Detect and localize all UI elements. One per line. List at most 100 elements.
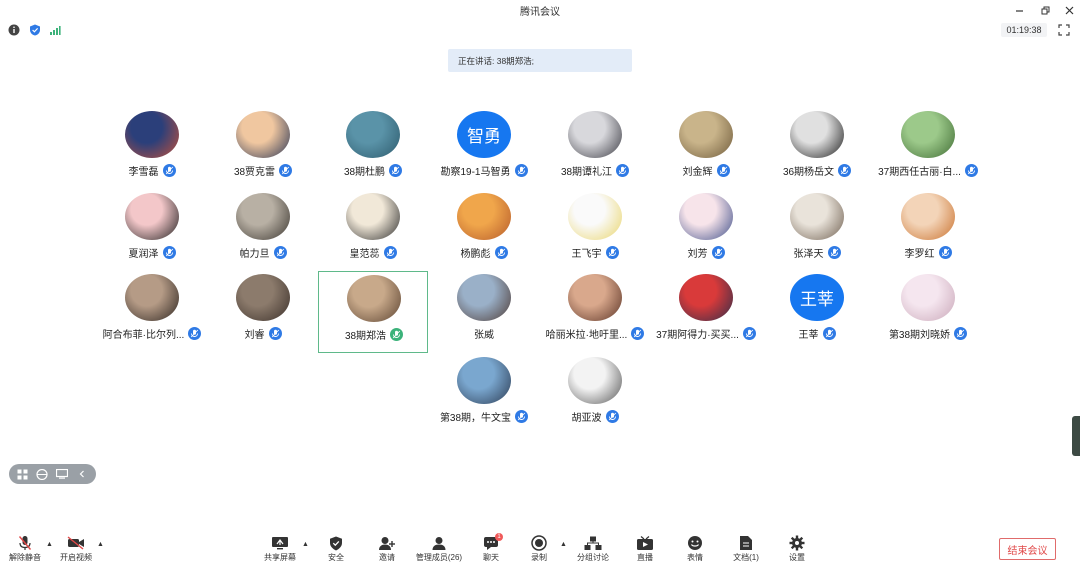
participant-tile[interactable]: 夏润泽 [97,192,207,274]
participant-name-row: 第38期刘晓娇 [873,325,983,341]
participant-tile[interactable]: 张泽天 [762,192,872,274]
window-title: 腾讯会议 [520,6,560,18]
participant-name-row: 37期阿得力·买买... [651,325,761,341]
reactions-button[interactable]: 表情 [670,535,720,565]
participant-name-row: 刘芳 [651,244,761,260]
side-panel-handle[interactable] [1072,416,1080,456]
avatar [236,111,290,158]
end-meeting-button[interactable]: 结束会议 [999,538,1056,560]
participant-tile[interactable]: 37期西任古丽·白... [873,110,983,192]
security-button[interactable]: 安全 [311,535,361,565]
participant-name: 帕力旦 [239,248,270,260]
participant-name-row: 38期杜鹏 [318,162,428,178]
security-label: 安全 [328,553,344,562]
close-button[interactable] [1058,0,1080,20]
participant-tile[interactable]: 37期阿得力·买买... [651,273,761,355]
manage-members-label: 管理成员(26) [415,553,463,562]
participant-tile[interactable]: 38期谭礼江 [540,110,650,192]
mic-status-icon [954,326,968,340]
restore-icon [1041,6,1049,14]
participant-tile[interactable]: 刘睿 [208,273,318,355]
shield-icon [327,535,345,551]
minimize-icon [1015,9,1023,12]
participant-name-row: 李罗红 [873,244,983,260]
participant-tile[interactable]: 38贾克雷 [208,110,318,192]
participant-tile[interactable]: 王莘 王莘 [762,273,872,355]
participant-tile[interactable]: 李罗红 [873,192,983,274]
documents-button[interactable]: 文档(1) [721,535,771,565]
document-icon [737,535,755,551]
avatar [790,111,844,158]
participant-name: 37期阿得力·买买... [656,329,739,341]
participant-name-row: 帕力旦 [208,244,318,260]
participant-name-row: 李雪磊 [97,162,207,178]
invite-label: 邀请 [379,553,395,562]
participant-tile[interactable]: 智勇 勘察19-1马智勇 [429,110,539,192]
meeting-info-button[interactable] [7,23,21,37]
unmute-button[interactable]: 解除静音 [0,535,50,565]
settings-button[interactable]: 设置 [772,535,822,565]
collapse-chevron-icon[interactable] [75,467,89,481]
participant-tile[interactable]: 36期杨岳文 [762,110,872,192]
mic-status-icon [938,245,952,259]
breakout-rooms-button[interactable]: 分组讨论 [568,535,618,565]
participant-tile[interactable]: 38期郑浩 [318,271,428,353]
start-video-label: 开启视频 [60,553,92,562]
participant-tile[interactable]: 胡亚波 [540,356,650,438]
minimize-button[interactable] [1008,0,1030,20]
participant-tile[interactable]: 38期杜鹏 [318,110,428,192]
security-status-button[interactable] [28,23,42,37]
share-screen-button[interactable]: 共享屏幕 [255,535,305,565]
fullscreen-icon [1058,24,1070,36]
mic-status-icon [273,245,287,259]
participant-tile[interactable]: 第38期刘晓娇 [873,273,983,355]
avatar [125,274,179,321]
participant-tile[interactable]: 王飞宇 [540,192,650,274]
participant-tile[interactable]: 哈丽米拉·地吁里... [540,273,650,355]
share-options-chevron-icon[interactable]: ▲ [302,541,309,548]
avatar [347,275,401,322]
invite-button[interactable]: 邀请 [362,535,412,565]
participant-tile[interactable]: 阿合布菲·比尔列... [97,273,207,355]
start-video-button[interactable]: 开启视频 [51,535,101,565]
record-button[interactable]: 录制 [514,535,564,565]
mic-status-icon [616,163,630,177]
participant-tile[interactable]: 第38期，牛文宝 [429,356,539,438]
record-options-chevron-icon[interactable]: ▲ [560,541,567,548]
avatar [679,193,733,240]
participant-tile[interactable]: 皇范蕊 [318,192,428,274]
avatar [236,193,290,240]
live-stream-button[interactable]: 直播 [620,535,670,565]
restore-button[interactable] [1034,0,1056,20]
participant-tile[interactable]: 刘金辉 [651,110,761,192]
mic-status-icon [605,245,619,259]
participant-name-row: 38期郑浩 [319,326,429,342]
participant-tile[interactable]: 刘芳 [651,192,761,274]
floating-toolbar[interactable] [9,464,96,484]
avatar [901,111,955,158]
participant-name: 李雪磊 [128,166,159,178]
video-off-icon [67,535,85,551]
grid-view-icon[interactable] [15,467,29,481]
participant-tile[interactable]: 帕力旦 [208,192,318,274]
participant-name-row: 夏润泽 [97,244,207,260]
participant-tile[interactable]: 杨鹏彪 [429,192,539,274]
video-options-chevron-icon[interactable]: ▲ [97,541,104,548]
manage-members-button[interactable]: 管理成员(26) [414,535,464,565]
fullscreen-button[interactable] [1057,23,1071,37]
mic-status-icon [162,163,176,177]
participant-name: 38贾克雷 [233,166,276,178]
breakout-icon [584,535,602,551]
meeting-timer: 01:19:38 [1001,23,1047,37]
speaker-view-icon[interactable] [55,467,69,481]
chat-button[interactable]: 1 聊天 [466,533,516,565]
mic-status-icon [390,327,404,341]
gallery-view-icon[interactable] [35,467,49,481]
participant-tile[interactable]: 张威 [429,273,539,355]
chat-unread-badge: 1 [495,533,503,541]
mic-status-icon [711,245,725,259]
network-status-button[interactable] [48,23,62,37]
muted-mic-icon [16,535,34,551]
participant-tile[interactable]: 李雪磊 [97,110,207,192]
participant-name-row: 刘睿 [208,325,318,341]
